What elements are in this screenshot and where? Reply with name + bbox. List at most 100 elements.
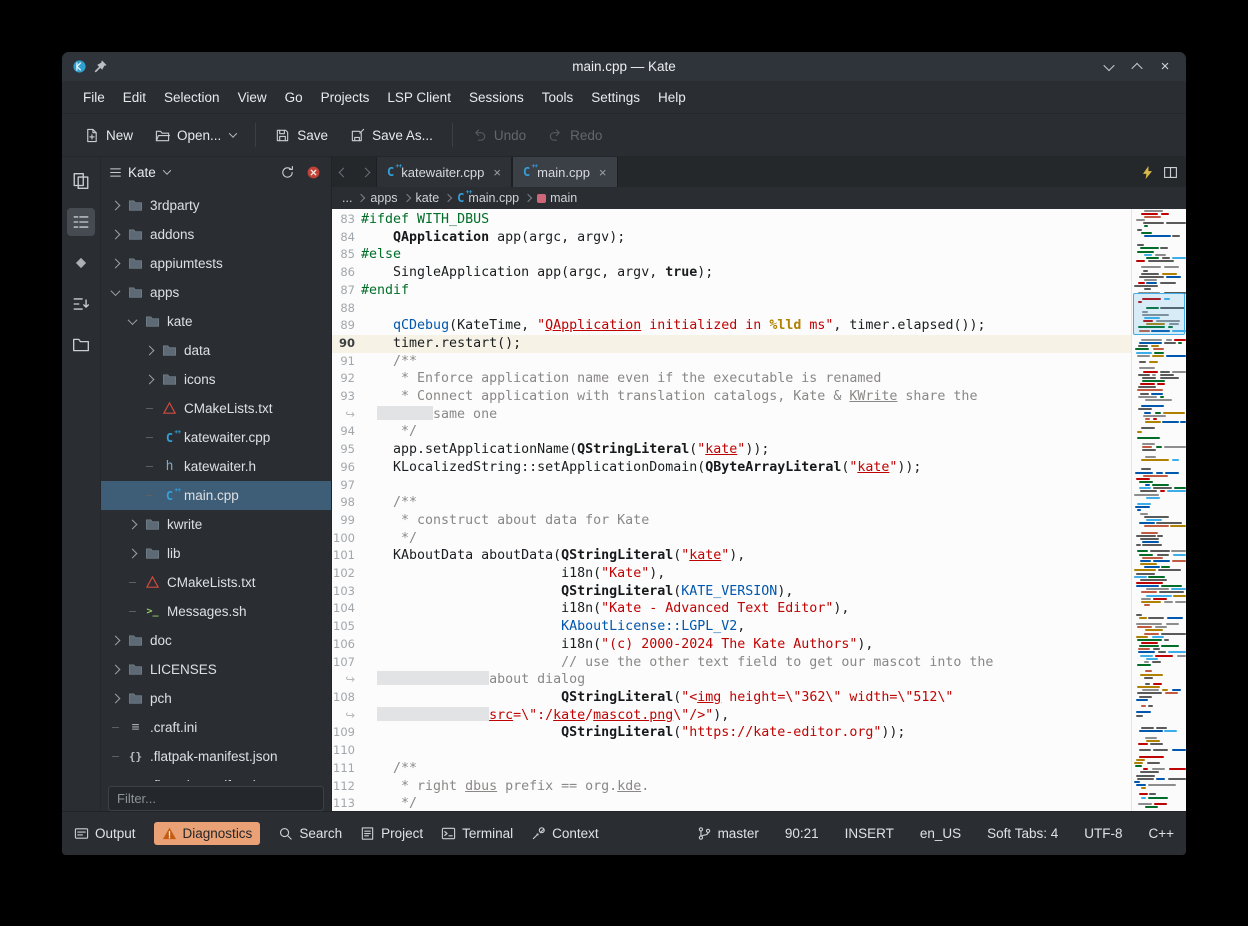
tree-item-.flatpak-manifest.jso[interactable]: ≡.flatpak-manifest.jso xyxy=(101,771,331,781)
menu-lsp-client[interactable]: LSP Client xyxy=(378,85,460,110)
code-line[interactable]: 109 QStringLiteral("https://kate-editor.… xyxy=(332,724,1131,742)
code-line[interactable]: 107 // use the other text field to get o… xyxy=(332,654,1131,672)
code-line[interactable]: ↪src=\":/kate/mascot.png\"/>"), xyxy=(332,707,1131,725)
tree-item-doc[interactable]: doc xyxy=(101,626,331,655)
menu-sessions[interactable]: Sessions xyxy=(460,85,533,110)
open-button[interactable]: Open... xyxy=(145,121,246,150)
undo-button[interactable]: Undo xyxy=(462,121,536,150)
code-line[interactable]: 110 xyxy=(332,742,1131,760)
tree-item-.flatpak-manifest.json[interactable]: {}.flatpak-manifest.json xyxy=(101,742,331,771)
menu-help[interactable]: Help xyxy=(649,85,695,110)
tree-item-messages.sh[interactable]: >_Messages.sh xyxy=(101,597,331,626)
tree-item-licenses[interactable]: LICENSES xyxy=(101,655,331,684)
redo-button[interactable]: Redo xyxy=(538,121,612,150)
breadcrumb-apps[interactable]: apps xyxy=(370,191,397,205)
menu-file[interactable]: File xyxy=(74,85,114,110)
code-line[interactable]: 92 * Enforce application name even if th… xyxy=(332,370,1131,388)
history-back-button[interactable] xyxy=(332,157,354,187)
menu-view[interactable]: View xyxy=(229,85,276,110)
tree-item-.craft.ini[interactable]: ≡.craft.ini xyxy=(101,713,331,742)
code-line[interactable]: 102 i18n("Kate"), xyxy=(332,565,1131,583)
code-line[interactable]: 105 KAboutLicense::LGPL_V2, xyxy=(332,618,1131,636)
tree-item-katewaiter.cpp[interactable]: Ckatewaiter.cpp xyxy=(101,423,331,452)
close-project-button[interactable] xyxy=(303,162,323,182)
minimap-scrollbar[interactable] xyxy=(1131,209,1186,811)
menu-edit[interactable]: Edit xyxy=(114,85,155,110)
code-line[interactable]: 84 QApplication app(argc, argv); xyxy=(332,229,1131,247)
status-output-button[interactable]: Output xyxy=(74,826,136,841)
project-combobox-chevron-icon[interactable] xyxy=(163,166,171,174)
breadcrumb-main[interactable]: main xyxy=(537,191,577,205)
expanded-chevron-icon[interactable] xyxy=(109,289,121,296)
breadcrumb-...[interactable]: ... xyxy=(342,191,352,205)
tree-item-kwrite[interactable]: kwrite xyxy=(101,510,331,539)
tree-item-pch[interactable]: pch xyxy=(101,684,331,713)
tree-item-cmakelists.txt[interactable]: CMakeLists.txt xyxy=(101,568,331,597)
toolview-projects-button[interactable] xyxy=(67,208,95,236)
status-90-21[interactable]: 90:21 xyxy=(785,826,819,841)
refresh-project-button[interactable] xyxy=(277,162,297,182)
tree-item-cmakelists.txt[interactable]: CMakeLists.txt xyxy=(101,394,331,423)
close-button[interactable]: × xyxy=(1156,58,1174,76)
menu-projects[interactable]: Projects xyxy=(312,85,379,110)
tree-item-data[interactable]: data xyxy=(101,336,331,365)
status-project-button[interactable]: Project xyxy=(360,826,423,841)
status-terminal-button[interactable]: Terminal xyxy=(441,826,513,841)
code-line[interactable]: 106 i18n("(c) 2000-2024 The Kate Authors… xyxy=(332,636,1131,654)
status-utf-8[interactable]: UTF-8 xyxy=(1084,826,1122,841)
history-forward-button[interactable] xyxy=(354,157,376,187)
code-line[interactable]: 108 QStringLiteral("<img height=\"362\" … xyxy=(332,689,1131,707)
open-dropdown-chevron-icon[interactable] xyxy=(229,129,237,137)
code-line[interactable]: ↪about dialog xyxy=(332,671,1131,689)
collapsed-chevron-icon[interactable] xyxy=(109,231,121,238)
tab-main.cpp[interactable]: Cmain.cpp× xyxy=(512,157,618,187)
code-line[interactable]: 88 xyxy=(332,300,1131,318)
tree-item-katewaiter.h[interactable]: hkatewaiter.h xyxy=(101,452,331,481)
collapsed-chevron-icon[interactable] xyxy=(109,666,121,673)
pin-icon[interactable] xyxy=(93,59,108,74)
code-line[interactable]: 93 * Connect application with translatio… xyxy=(332,388,1131,406)
status-diagnostics-button[interactable]: Diagnostics xyxy=(154,822,261,845)
collapsed-chevron-icon[interactable] xyxy=(143,376,155,383)
status-search-button[interactable]: Search xyxy=(278,826,342,841)
code-line[interactable]: 100 */ xyxy=(332,530,1131,548)
collapsed-chevron-icon[interactable] xyxy=(109,260,121,267)
collapsed-chevron-icon[interactable] xyxy=(109,202,121,209)
status-soft-tabs-4[interactable]: Soft Tabs: 4 xyxy=(987,826,1058,841)
tree-item-main.cpp[interactable]: Cmain.cpp xyxy=(101,481,331,510)
status-insert[interactable]: INSERT xyxy=(845,826,894,841)
code-line[interactable]: 113 */ xyxy=(332,795,1131,811)
code-line[interactable]: 104 i18n("Kate - Advanced Text Editor"), xyxy=(332,600,1131,618)
status-c++[interactable]: C++ xyxy=(1148,826,1174,841)
code-line[interactable]: 91 /** xyxy=(332,353,1131,371)
tree-item-lib[interactable]: lib xyxy=(101,539,331,568)
status-en_us[interactable]: en_US xyxy=(920,826,961,841)
toolview-documents-button[interactable] xyxy=(67,167,95,195)
breadcrumb-main.cpp[interactable]: Cmain.cpp xyxy=(457,191,519,205)
menu-selection[interactable]: Selection xyxy=(155,85,229,110)
tab-close-icon[interactable]: × xyxy=(491,165,501,180)
menu-settings[interactable]: Settings xyxy=(582,85,649,110)
tab-katewaiter.cpp[interactable]: Ckatewaiter.cpp× xyxy=(376,157,512,187)
status-context-button[interactable]: Context xyxy=(531,826,599,841)
code-line[interactable]: 95 app.setApplicationName(QStringLiteral… xyxy=(332,441,1131,459)
save-as-button[interactable]: Save As... xyxy=(340,121,443,150)
code-line[interactable]: 94 */ xyxy=(332,423,1131,441)
code-area[interactable]: 83#ifdef WITH_DBUS84 QApplication app(ar… xyxy=(332,209,1131,811)
code-line[interactable]: 83#ifdef WITH_DBUS xyxy=(332,211,1131,229)
breadcrumb-kate[interactable]: kate xyxy=(416,191,440,205)
toolview-symbols-button[interactable] xyxy=(67,290,95,318)
tree-item-apps[interactable]: apps xyxy=(101,278,331,307)
code-line[interactable]: 101 KAboutData aboutData(QStringLiteral(… xyxy=(332,547,1131,565)
code-line[interactable]: 103 QStringLiteral(KATE_VERSION), xyxy=(332,583,1131,601)
code-line[interactable]: 111 /** xyxy=(332,760,1131,778)
tree-item-kate[interactable]: kate xyxy=(101,307,331,336)
code-line[interactable]: 89 qCDebug(KateTime, "QApplication initi… xyxy=(332,317,1131,335)
collapsed-chevron-icon[interactable] xyxy=(126,550,138,557)
code-line[interactable]: 99 * construct about data for Kate xyxy=(332,512,1131,530)
code-line[interactable]: ↪same one xyxy=(332,406,1131,424)
split-view-icon[interactable] xyxy=(1163,165,1178,180)
status-master[interactable]: master xyxy=(697,826,759,841)
minimap-viewport[interactable] xyxy=(1133,293,1185,335)
collapsed-chevron-icon[interactable] xyxy=(109,695,121,702)
